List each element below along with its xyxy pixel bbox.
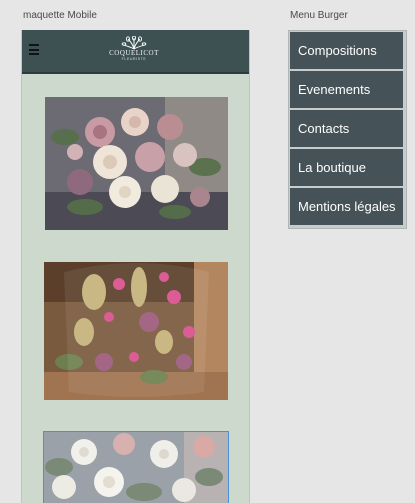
- hamburger-icon[interactable]: [29, 44, 39, 55]
- burger-menu-caption: Menu Burger: [290, 10, 348, 21]
- brand-subtitle: FLEURISTE: [121, 57, 147, 61]
- flower-logo-icon: [121, 36, 147, 50]
- menu-item-la-boutique[interactable]: La boutique: [290, 149, 403, 186]
- white-roses-photo: [43, 431, 229, 503]
- mobile-header: COQUELICOT FLEURISTE: [22, 30, 249, 74]
- rose-bouquet-photo: [45, 97, 228, 230]
- menu-item-contacts[interactable]: Contacts: [290, 110, 403, 147]
- mobile-mockup: COQUELICOT FLEURISTE: [21, 30, 250, 503]
- menu-item-evenements[interactable]: Evenements: [290, 71, 403, 108]
- brand-logo[interactable]: COQUELICOT FLEURISTE: [104, 36, 164, 66]
- menu-item-compositions[interactable]: Compositions: [290, 32, 403, 69]
- menu-item-mentions-legales[interactable]: Mentions légales: [290, 188, 403, 225]
- burger-menu-panel: Compositions Evenements Contacts La bout…: [288, 30, 407, 229]
- brand-name: COQUELICOT: [109, 49, 159, 57]
- dried-flowers-photo: [44, 262, 228, 400]
- mobile-mockup-caption: maquette Mobile: [23, 10, 97, 21]
